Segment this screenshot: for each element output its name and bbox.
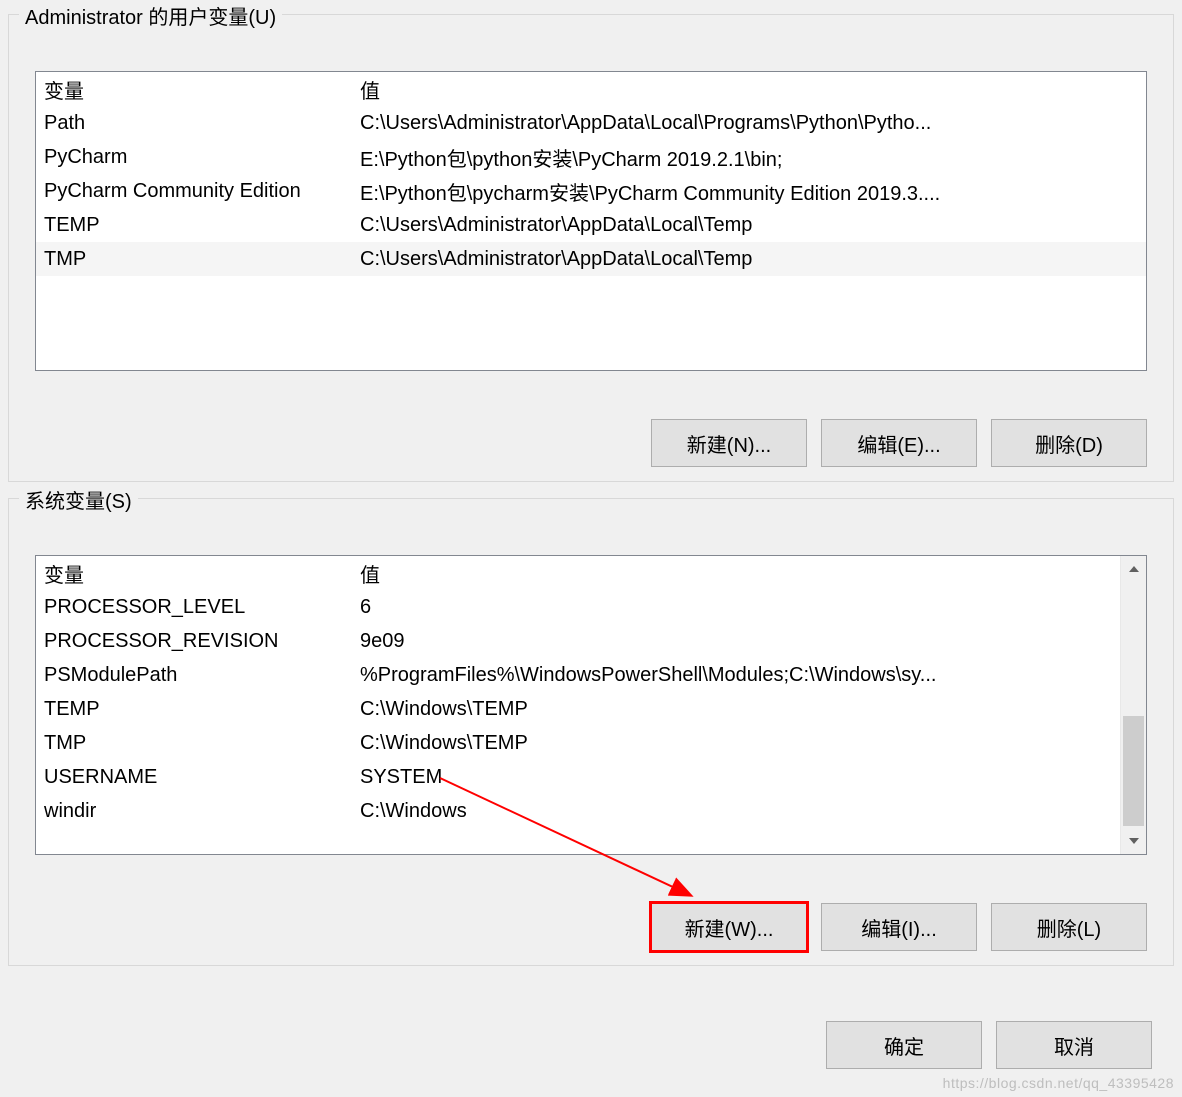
table-row[interactable]: PyCharm E:\Python包\python安装\PyCharm 2019… xyxy=(36,140,1146,174)
system-list-header: 变量 值 xyxy=(36,556,1120,590)
scroll-down-icon[interactable] xyxy=(1121,828,1147,854)
system-new-button[interactable]: 新建(W)... xyxy=(651,903,807,951)
system-delete-button[interactable]: 删除(L) xyxy=(991,903,1147,951)
system-buttons-row: 新建(W)... 编辑(I)... 删除(L) xyxy=(651,903,1147,951)
table-row[interactable]: TMP C:\Windows\TEMP xyxy=(36,726,1120,760)
system-list-scrollbar[interactable] xyxy=(1120,556,1146,854)
system-edit-button[interactable]: 编辑(I)... xyxy=(821,903,977,951)
col-header-value[interactable]: 值 xyxy=(356,559,1120,588)
user-variables-group: Administrator 的用户变量(U) 变量 值 Path C:\User… xyxy=(8,14,1174,482)
table-row[interactable]: PyCharm Community Edition E:\Python包\pyc… xyxy=(36,174,1146,208)
table-row[interactable]: TEMP C:\Windows\TEMP xyxy=(36,692,1120,726)
scroll-thumb[interactable] xyxy=(1123,716,1144,826)
col-header-name[interactable]: 变量 xyxy=(36,559,356,588)
col-header-name[interactable]: 变量 xyxy=(36,75,356,104)
user-list-header: 变量 值 xyxy=(36,72,1146,106)
table-row[interactable]: PROCESSOR_REVISION 9e09 xyxy=(36,624,1120,658)
watermark: https://blog.csdn.net/qq_43395428 xyxy=(943,1075,1174,1091)
user-new-button[interactable]: 新建(N)... xyxy=(651,419,807,467)
col-header-value[interactable]: 值 xyxy=(356,75,1146,104)
table-row[interactable]: Path C:\Users\Administrator\AppData\Loca… xyxy=(36,106,1146,140)
user-buttons-row: 新建(N)... 编辑(E)... 删除(D) xyxy=(651,419,1147,467)
table-row[interactable]: TEMP C:\Users\Administrator\AppData\Loca… xyxy=(36,208,1146,242)
table-row[interactable]: USERNAME SYSTEM xyxy=(36,760,1120,794)
user-edit-button[interactable]: 编辑(E)... xyxy=(821,419,977,467)
user-variables-list[interactable]: 变量 值 Path C:\Users\Administrator\AppData… xyxy=(35,71,1147,371)
table-row[interactable]: TMP C:\Users\Administrator\AppData\Local… xyxy=(36,242,1146,276)
table-row[interactable]: windir C:\Windows xyxy=(36,794,1120,828)
user-delete-button[interactable]: 删除(D) xyxy=(991,419,1147,467)
dialog-buttons: 确定 取消 xyxy=(826,1021,1152,1069)
table-row[interactable]: PROCESSOR_LEVEL 6 xyxy=(36,590,1120,624)
table-row[interactable]: PSModulePath %ProgramFiles%\WindowsPower… xyxy=(36,658,1120,692)
ok-button[interactable]: 确定 xyxy=(826,1021,982,1069)
system-variables-title: 系统变量(S) xyxy=(19,485,138,514)
system-variables-group: 系统变量(S) 变量 值 PROCESSOR_LEVEL 6 PROCESSOR… xyxy=(8,498,1174,966)
cancel-button[interactable]: 取消 xyxy=(996,1021,1152,1069)
scroll-up-icon[interactable] xyxy=(1121,556,1147,582)
system-variables-list[interactable]: 变量 值 PROCESSOR_LEVEL 6 PROCESSOR_REVISIO… xyxy=(35,555,1147,855)
user-variables-title: Administrator 的用户变量(U) xyxy=(19,1,282,30)
